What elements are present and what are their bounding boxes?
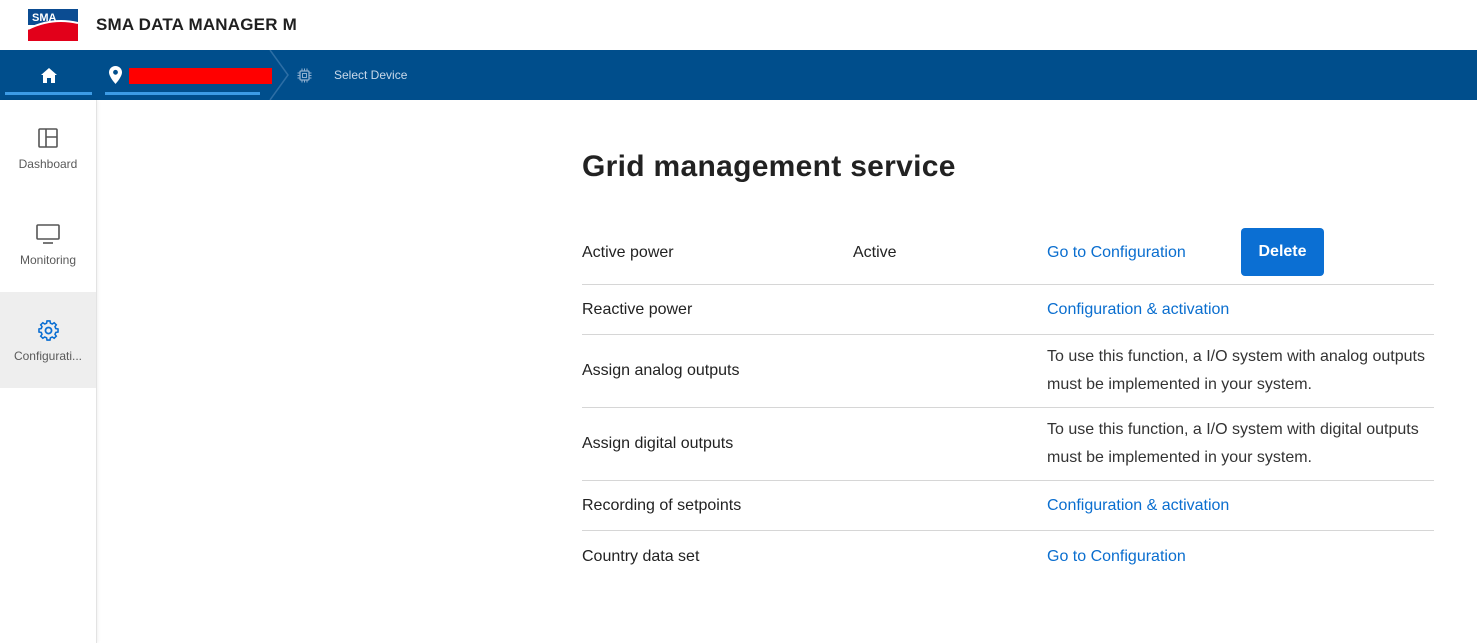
go-to-configuration-link[interactable]: Go to Configuration xyxy=(1047,239,1186,267)
row-name: Reactive power xyxy=(582,300,693,318)
delete-button[interactable]: Delete xyxy=(1241,228,1324,276)
breadcrumb-nav: Select Device xyxy=(0,50,1477,100)
home-icon xyxy=(40,67,57,83)
table-row-country-data-set: Country data set Go to Configuration xyxy=(582,531,1434,583)
row-name: Assign digital outputs xyxy=(582,435,734,452)
row-name: Assign analog outputs xyxy=(582,362,740,379)
dashboard-icon xyxy=(38,128,58,148)
sidebar-item-label: Monitoring xyxy=(19,253,77,267)
sidebar: Dashboard Monitoring Configurati... xyxy=(0,100,97,643)
location-active-indicator xyxy=(105,92,260,95)
sidebar-item-label: Configurati... xyxy=(13,349,83,363)
map-pin-icon xyxy=(109,66,122,84)
sidebar-item-label: Dashboard xyxy=(18,157,78,171)
row-info-text: To use this function, a I/O system with … xyxy=(1047,348,1425,393)
page-title: Grid management service xyxy=(582,150,956,183)
home-active-indicator xyxy=(5,92,92,95)
configuration-activation-link[interactable]: Configuration & activation xyxy=(1047,492,1229,520)
logo-text: SMA xyxy=(32,12,57,24)
sidebar-item-dashboard[interactable]: Dashboard xyxy=(0,100,96,196)
configuration-activation-link[interactable]: Configuration & activation xyxy=(1047,296,1229,324)
sidebar-item-configuration[interactable]: Configurati... xyxy=(0,292,96,388)
app-title: SMA DATA MANAGER M xyxy=(96,15,297,34)
gear-icon xyxy=(37,319,59,341)
sma-logo[interactable]: SMA xyxy=(27,9,78,41)
table-row-reactive-power: Reactive power Configuration & activatio… xyxy=(582,285,1434,335)
top-bar: SMA SMA DATA MANAGER M xyxy=(0,0,1477,50)
service-table: Active power Active Go to Configuration … xyxy=(582,222,1434,583)
breadcrumb-separator-icon xyxy=(269,50,289,100)
row-name: Recording of setpoints xyxy=(582,496,742,514)
table-row-assign-analog-outputs: Assign analog outputs To use this functi… xyxy=(582,335,1434,408)
row-name: Country data set xyxy=(582,548,700,565)
select-device-link[interactable]: Select Device xyxy=(334,68,407,82)
row-status: Active xyxy=(853,244,897,261)
row-info-text: To use this function, a I/O system with … xyxy=(1047,421,1419,466)
go-to-configuration-link[interactable]: Go to Configuration xyxy=(1047,543,1186,571)
sidebar-item-monitoring[interactable]: Monitoring xyxy=(0,196,96,292)
table-row-assign-digital-outputs: Assign digital outputs To use this funct… xyxy=(582,408,1434,481)
monitor-icon xyxy=(36,224,60,244)
table-row-recording-of-setpoints: Recording of setpoints Configuration & a… xyxy=(582,481,1434,531)
row-name: Active power xyxy=(582,244,674,261)
chip-icon xyxy=(297,68,312,83)
redacted-location-name xyxy=(129,68,272,84)
table-row-active-power: Active power Active Go to Configuration … xyxy=(582,222,1434,285)
